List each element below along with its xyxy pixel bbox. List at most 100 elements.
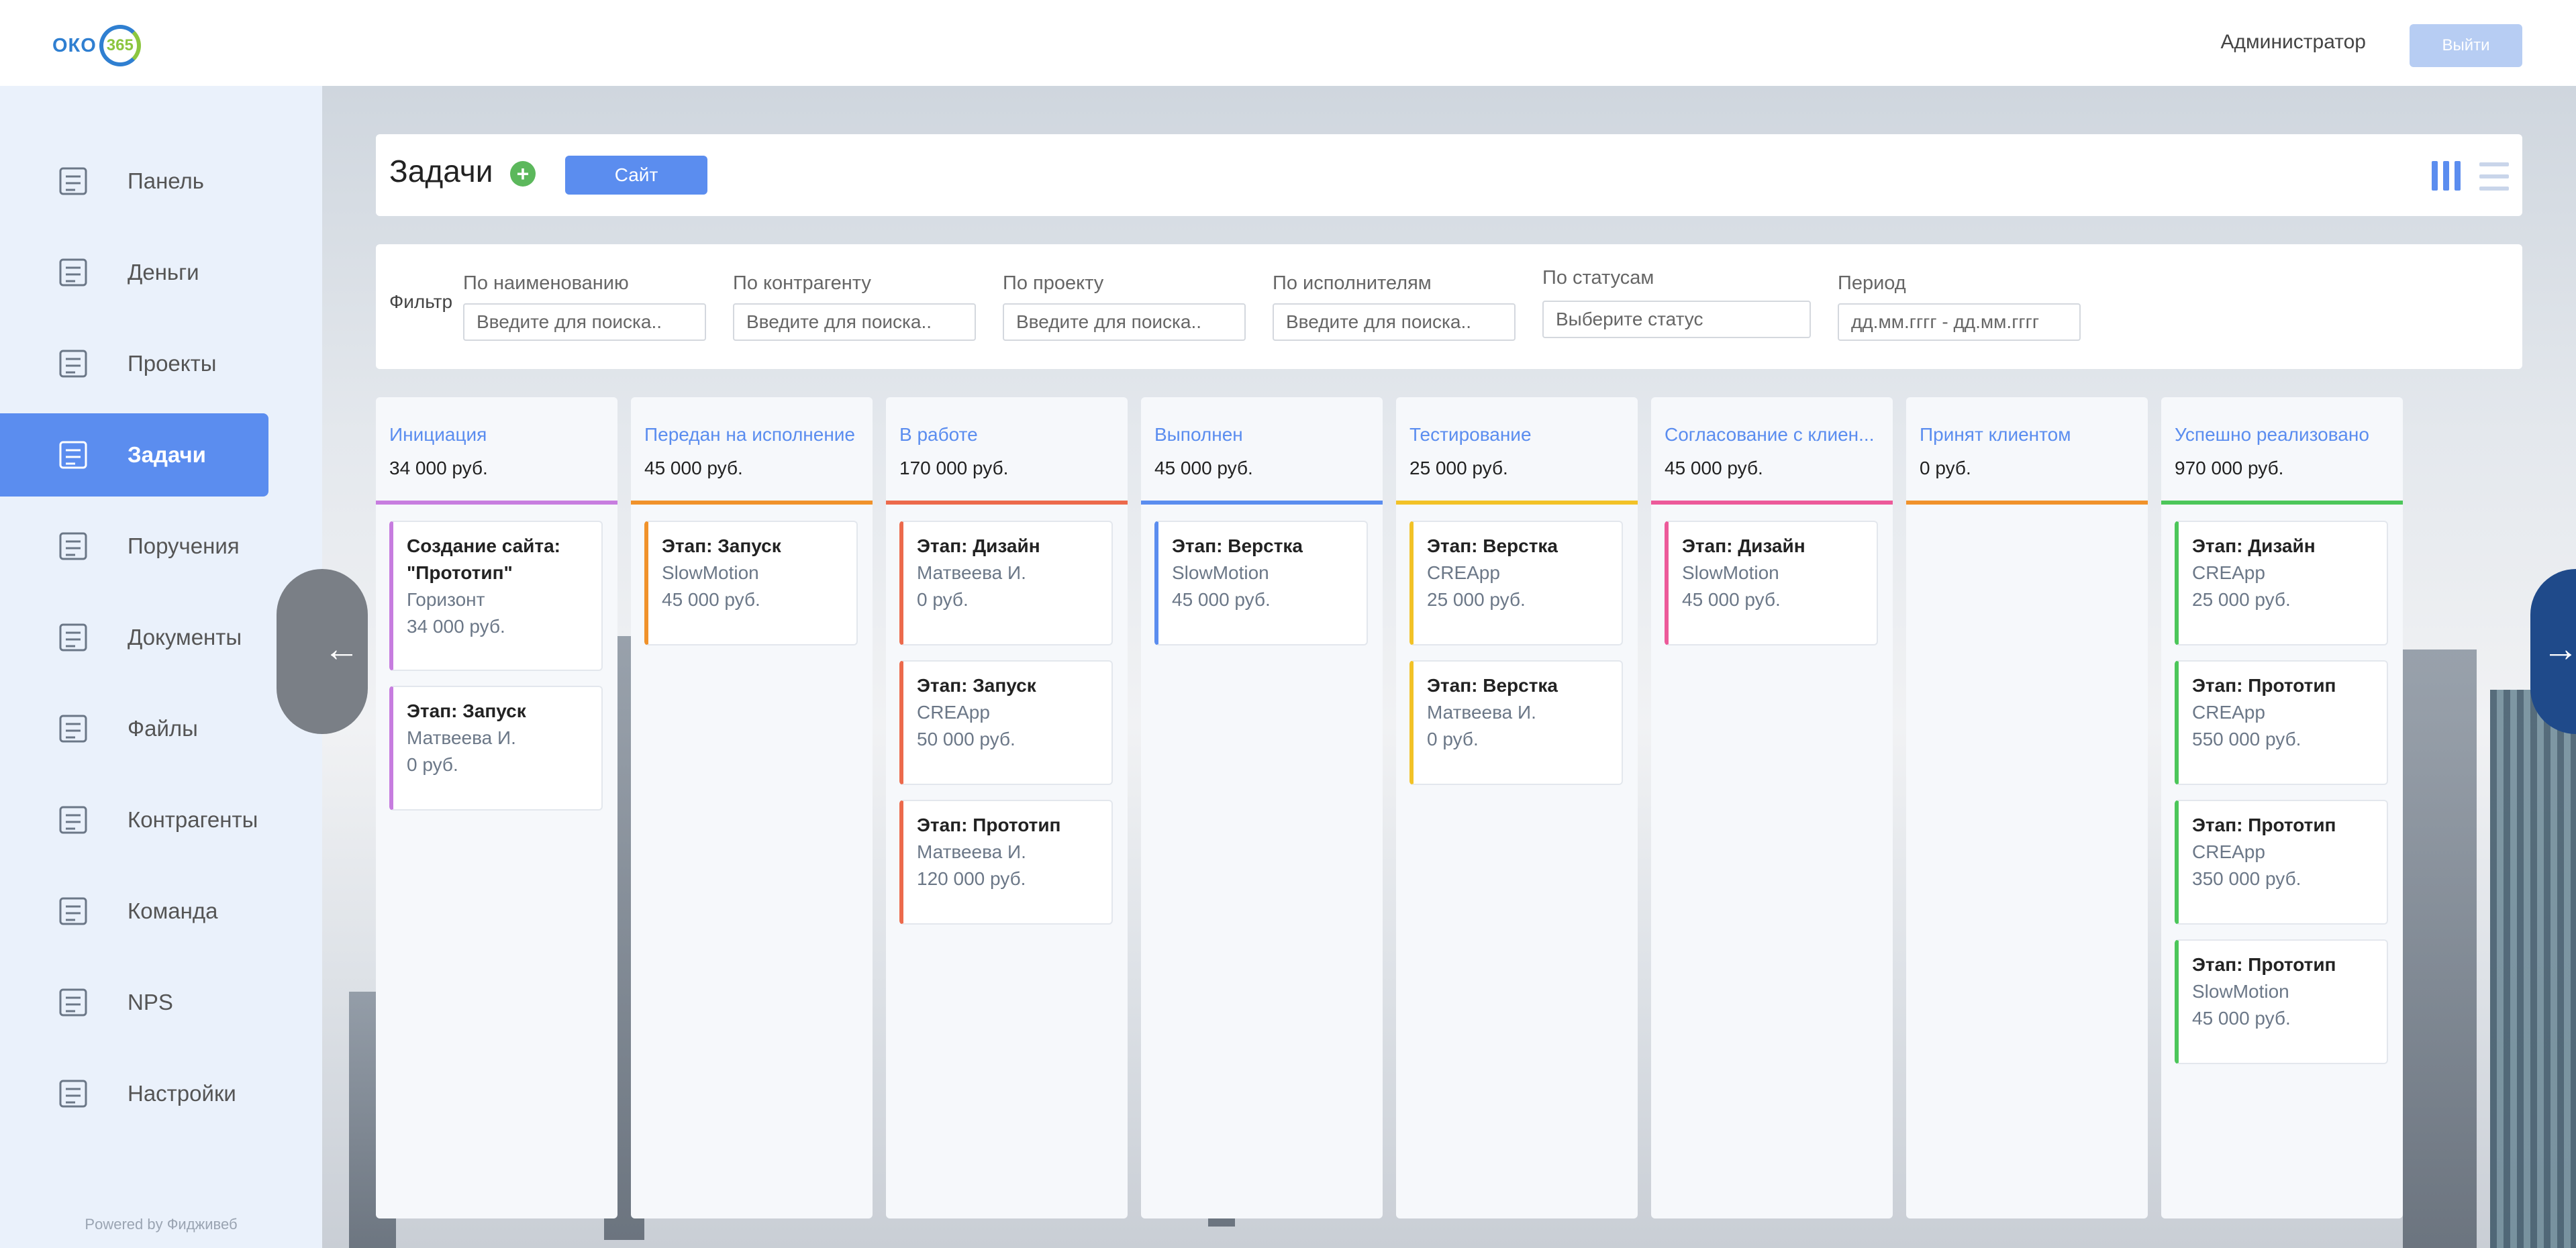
- task-title: Этап: Верстка: [1172, 535, 1303, 556]
- kanban-column: Передан на исполнение 45 000 руб. Этап: За…: [631, 397, 873, 1218]
- filter-panel: Фильтр По наименованию По контрагенту По п…: [376, 244, 2522, 369]
- dashboard-icon: [54, 162, 93, 201]
- logo[interactable]: ОКО 365: [52, 24, 141, 67]
- task-client: CREApp: [1427, 562, 1500, 583]
- sidebar-item-8[interactable]: Контрагенты: [0, 778, 268, 862]
- column-title: Инициация: [389, 424, 487, 445]
- add-task-button[interactable]: +: [510, 161, 536, 187]
- task-client: Матвеева И.: [917, 562, 1026, 583]
- filter-input[interactable]: [463, 303, 706, 341]
- sidebar-item-label: Документы: [128, 625, 242, 649]
- task-card[interactable]: Этап: Прототип CREApp 350 000 руб.: [2175, 800, 2388, 925]
- sidebar-item-5[interactable]: Поручения: [0, 505, 268, 588]
- filter-input[interactable]: [1273, 303, 1516, 341]
- column-sum: 970 000 руб.: [2175, 458, 2284, 478]
- filter-input[interactable]: [733, 303, 976, 341]
- kanban-column: Тестирование 25 000 руб. Этап: Верстка CREA…: [1396, 397, 1638, 1218]
- nps-icon: [54, 983, 93, 1022]
- documents-icon: [54, 618, 93, 657]
- user-name[interactable]: Администратор: [2221, 31, 2366, 54]
- list-view-icon[interactable]: [2479, 162, 2509, 199]
- column-color-bar: [631, 501, 873, 505]
- task-amount: 350 000 руб.: [2192, 868, 2301, 889]
- site-filter-button[interactable]: Сайт: [565, 156, 707, 195]
- task-title: Этап: Дизайн: [917, 535, 1040, 556]
- arrow-left-icon: ←: [324, 629, 360, 669]
- sidebar-item-10[interactable]: NPS: [0, 961, 268, 1044]
- task-card[interactable]: Этап: Прототип SlowMotion 45 000 руб.: [2175, 939, 2388, 1064]
- kanban-column: В работе 170 000 руб. Этап: Дизайн Матвеева…: [886, 397, 1128, 1218]
- sidebar-item-label: Задачи: [128, 442, 206, 467]
- task-card[interactable]: Этап: Дизайн SlowMotion 45 000 руб.: [1665, 521, 1878, 645]
- task-client: SlowMotion: [1172, 562, 1269, 583]
- filter-input[interactable]: [1003, 303, 1246, 341]
- logout-button[interactable]: Выйти: [2410, 24, 2522, 67]
- task-title: Этап: Прототип: [2192, 815, 2336, 835]
- task-card[interactable]: Этап: Прототип Матвеева И. 120 000 руб.: [899, 800, 1113, 925]
- filter-caption: По исполнителям: [1273, 272, 1432, 294]
- filter-caption: Период: [1838, 272, 1906, 294]
- sidebar-item-9[interactable]: Команда: [0, 870, 268, 953]
- column-color-bar: [1651, 501, 1893, 505]
- filter-caption: По статусам: [1542, 267, 1654, 289]
- column-title: Согласование с клиен...: [1665, 424, 1875, 445]
- scroll-left-button[interactable]: ←: [277, 569, 368, 734]
- task-card[interactable]: Этап: Прототип CREApp 550 000 руб.: [2175, 660, 2388, 785]
- task-card[interactable]: Этап: Запуск Матвеева И. 0 руб.: [389, 686, 603, 811]
- task-title: Этап: Прототип: [2192, 675, 2336, 696]
- status-select[interactable]: [1542, 301, 1811, 338]
- column-title: Передан на исполнение: [644, 424, 856, 445]
- task-card[interactable]: Создание сайта: "Прототип" Горизонт 34 000…: [389, 521, 603, 671]
- task-card[interactable]: Этап: Верстка Матвеева И. 0 руб.: [1409, 660, 1623, 785]
- task-client: SlowMotion: [2192, 981, 2289, 1002]
- projects-icon: [54, 344, 93, 383]
- sidebar-item-label: Деньги: [128, 260, 199, 284]
- sidebar-item-label: Настройки: [128, 1081, 236, 1106]
- kanban-view-icon[interactable]: [2432, 161, 2461, 191]
- sidebar-item-3[interactable]: Проекты: [0, 322, 268, 405]
- task-title: Этап: Прототип: [2192, 954, 2336, 975]
- task-amount: 120 000 руб.: [917, 868, 1026, 889]
- kanban-column: Выполнен 45 000 руб. Этап: Верстка SlowMoti…: [1141, 397, 1383, 1218]
- task-amount: 45 000 руб.: [1682, 589, 1781, 610]
- task-client: Матвеева И.: [407, 727, 516, 748]
- filter-label: Фильтр: [389, 291, 453, 312]
- sidebar-item-1[interactable]: Панель: [0, 140, 268, 223]
- column-sum: 25 000 руб.: [1409, 458, 1508, 478]
- column-sum: 45 000 руб.: [1154, 458, 1253, 478]
- scroll-right-button[interactable]: →: [2530, 569, 2576, 734]
- sidebar-item-7[interactable]: Файлы: [0, 687, 268, 770]
- task-card[interactable]: Этап: Верстка SlowMotion 45 000 руб.: [1154, 521, 1368, 645]
- task-client: SlowMotion: [662, 562, 759, 583]
- task-card[interactable]: Этап: Верстка CREApp 25 000 руб.: [1409, 521, 1623, 645]
- money-icon: [54, 253, 93, 292]
- sidebar-item-4[interactable]: Задачи: [0, 413, 268, 497]
- sidebar: Панель Деньги Проекты Задачи Поручения Докуме…: [0, 86, 322, 1248]
- task-client: Матвеева И.: [917, 841, 1026, 862]
- page-title: Задачи: [389, 154, 493, 189]
- sidebar-item-label: NPS: [128, 990, 173, 1015]
- task-card[interactable]: Этап: Запуск CREApp 50 000 руб.: [899, 660, 1113, 785]
- task-client: SlowMotion: [1682, 562, 1779, 583]
- column-color-bar: [376, 501, 617, 505]
- task-title: Этап: Прототип: [917, 815, 1061, 835]
- period-input[interactable]: [1838, 303, 2081, 341]
- sidebar-item-11[interactable]: Настройки: [0, 1052, 268, 1135]
- task-title: Этап: Дизайн: [2192, 535, 2316, 556]
- task-card[interactable]: Этап: Дизайн Матвеева И. 0 руб.: [899, 521, 1113, 645]
- sidebar-item-2[interactable]: Деньги: [0, 231, 268, 314]
- task-card[interactable]: Этап: Запуск SlowMotion 45 000 руб.: [644, 521, 858, 645]
- task-amount: 45 000 руб.: [2192, 1008, 2291, 1029]
- filter-caption: По наименованию: [463, 272, 629, 294]
- sidebar-item-6[interactable]: Документы: [0, 596, 268, 679]
- task-client: CREApp: [2192, 702, 2265, 723]
- column-sum: 45 000 руб.: [644, 458, 743, 478]
- page-header: Задачи + Сайт: [376, 134, 2522, 216]
- column-sum: 0 руб.: [1920, 458, 1971, 478]
- task-amount: 0 руб.: [917, 589, 969, 610]
- task-client: CREApp: [917, 702, 990, 723]
- task-title: Создание сайта: "Прототип": [407, 535, 561, 583]
- task-card[interactable]: Этап: Дизайн CREApp 25 000 руб.: [2175, 521, 2388, 645]
- task-client: CREApp: [2192, 841, 2265, 862]
- task-amount: 34 000 руб.: [407, 616, 505, 637]
